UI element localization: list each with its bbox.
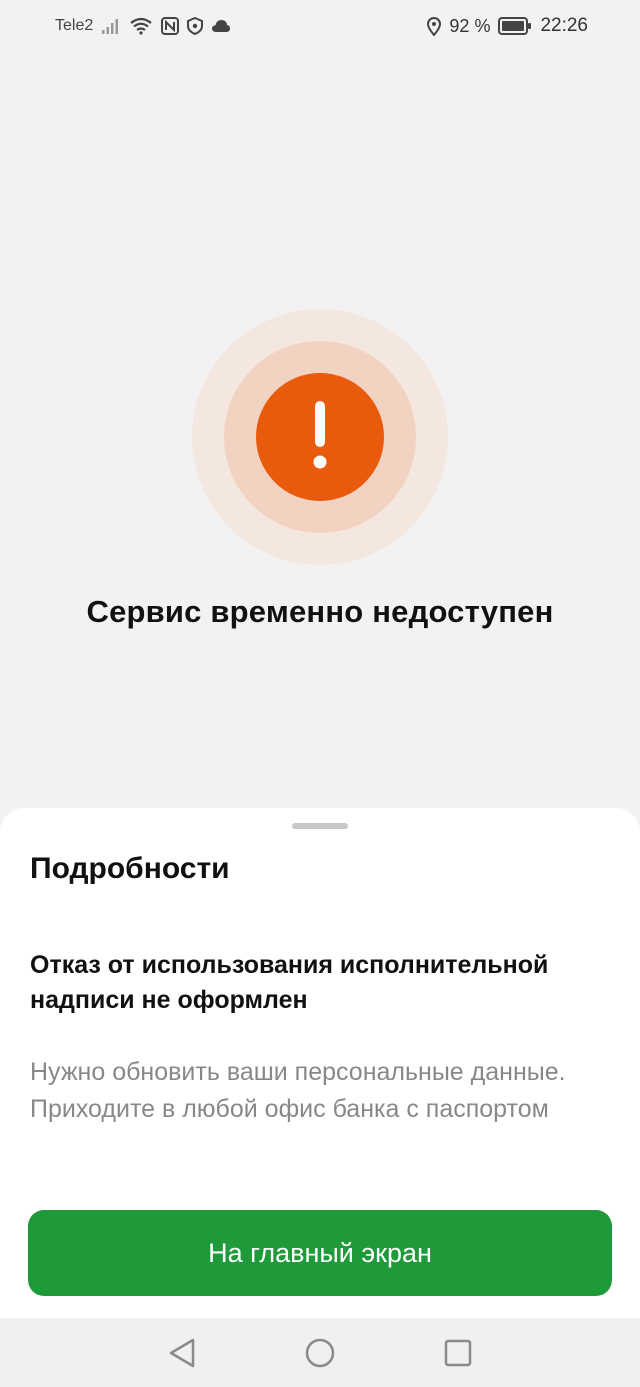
nfc-icon xyxy=(161,17,180,35)
status-bar: Tele2 92 % 22:26 xyxy=(0,0,640,52)
shield-icon xyxy=(187,17,204,35)
recents-icon[interactable] xyxy=(438,1333,478,1373)
home-icon[interactable] xyxy=(300,1333,340,1373)
signal-icon xyxy=(101,17,121,35)
error-title: Сервис временно недоступен xyxy=(86,594,554,629)
status-bar-right: 92 % 22:26 xyxy=(427,15,588,37)
cloud-icon xyxy=(211,19,231,33)
error-illustration xyxy=(192,309,448,565)
sheet-drag-handle[interactable] xyxy=(292,823,348,829)
exclamation-icon xyxy=(310,399,330,476)
details-bottom-sheet: Подробности Отказ от использования испол… xyxy=(0,808,640,1318)
sheet-description: Нужно обновить ваши персональные данные.… xyxy=(30,1058,566,1123)
battery-icon xyxy=(498,17,532,35)
location-icon xyxy=(427,16,442,36)
system-navigation-bar xyxy=(0,1318,640,1387)
battery-percent: 92 % xyxy=(449,15,491,36)
carrier-name: Tele2 xyxy=(55,17,94,34)
error-circle xyxy=(256,373,384,501)
status-bar-left: Tele2 xyxy=(55,17,231,35)
wifi-icon xyxy=(129,17,153,35)
back-icon[interactable] xyxy=(162,1333,202,1373)
clock: 22:26 xyxy=(540,15,588,36)
sheet-subtitle: Отказ от использования исполнительной на… xyxy=(30,951,549,1014)
go-home-button[interactable]: На главный экран xyxy=(28,1210,612,1296)
sheet-title: Подробности xyxy=(30,852,230,885)
